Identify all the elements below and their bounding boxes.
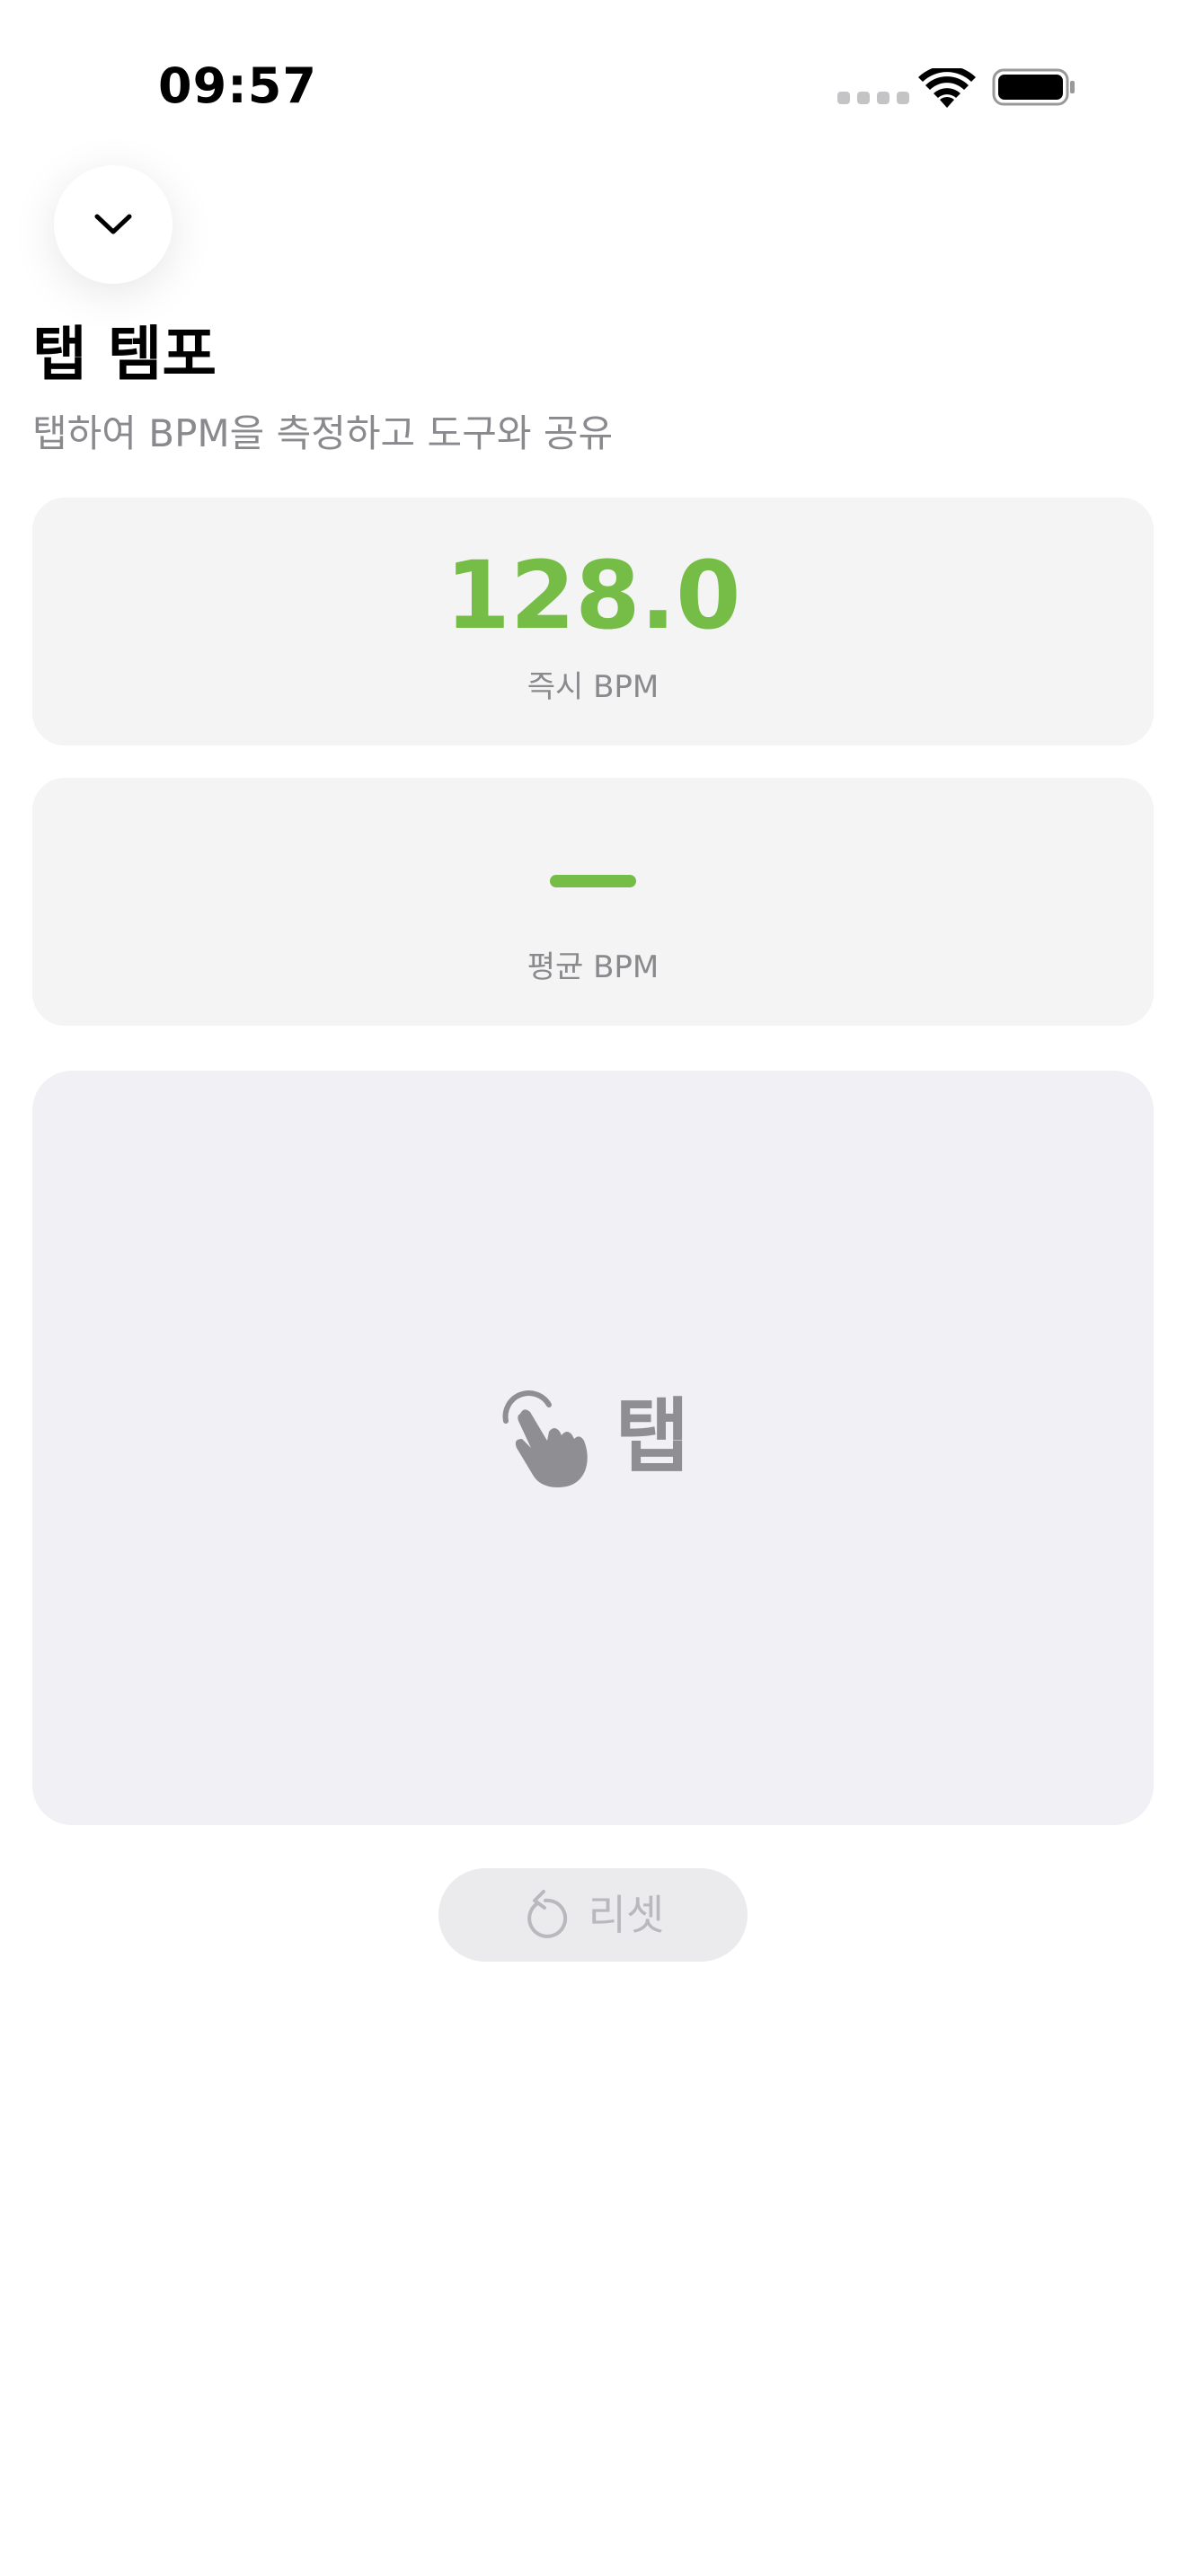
tap-pad[interactable]: 탭 [32, 1071, 1154, 1825]
tap-label: 탭 [615, 1389, 690, 1484]
page-title: 탭 템포 [32, 320, 217, 389]
page-subtitle: 탭하여 BPM을 측정하고 도구와 공유 [32, 411, 614, 455]
instant-bpm-label: 즉시 BPM [527, 669, 659, 705]
reset-arrow-icon [527, 1890, 567, 1938]
instant-bpm-card: 128.0 즉시 BPM [32, 498, 1154, 745]
collapse-button[interactable] [54, 165, 173, 284]
average-bpm-empty-dash [550, 875, 636, 887]
cellular-signal-icon [837, 92, 909, 104]
tap-pad-content: 탭 [32, 1385, 1154, 1489]
hand-tap-icon [502, 1390, 588, 1487]
average-bpm-label: 평균 BPM [527, 949, 659, 985]
status-time: 09:57 [158, 57, 317, 114]
status-bar: 09:57 [0, 0, 1186, 171]
reset-button[interactable]: 리셋 [438, 1868, 748, 1962]
chevron-down-icon [94, 214, 132, 234]
instant-bpm-value: 128.0 [445, 541, 741, 650]
tap-tempo-screen: 09:57 탭 템포 탭하여 BPM을 측정하고 도구와 공유 128.0 즉시… [0, 0, 1186, 2576]
battery-icon [992, 68, 1075, 106]
reset-label: 리셋 [588, 1891, 665, 1939]
average-bpm-card: 평균 BPM [32, 778, 1154, 1026]
wifi-icon [918, 68, 976, 108]
